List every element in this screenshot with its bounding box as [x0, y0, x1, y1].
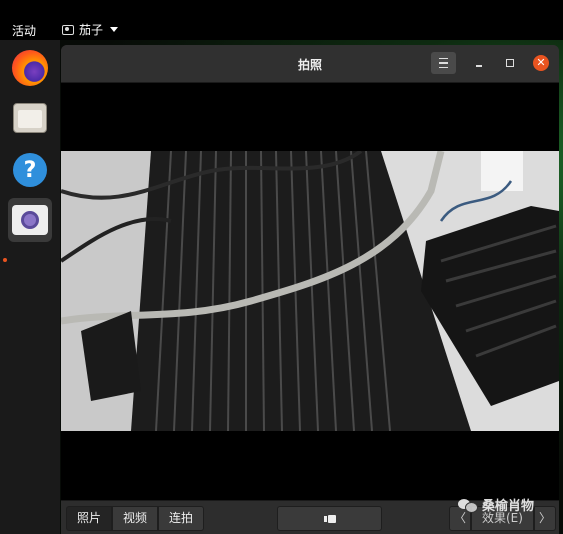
app-menu[interactable]: 茄子	[62, 21, 119, 38]
desktop: 活动 茄子 ? 拍照 ✕ 照片 视频 连拍 〈 效果(E) 〉 桑榆肖物	[0, 0, 563, 534]
shutter-button[interactable]	[277, 506, 382, 531]
cheese-window: 拍照 ✕ 照片 视频 连拍 〈 效果(E) 〉	[61, 45, 559, 534]
close-button[interactable]: ✕	[533, 55, 549, 71]
watermark: 桑榆肖物	[458, 495, 534, 514]
maximize-button[interactable]	[503, 56, 517, 70]
dock: ?	[0, 40, 60, 534]
dock-item-firefox[interactable]	[8, 46, 52, 90]
shutter-icon	[323, 514, 336, 523]
camera-icon	[62, 24, 74, 35]
running-indicator	[3, 258, 7, 262]
watermark-text: 桑榆肖物	[482, 499, 535, 514]
firefox-icon	[12, 50, 48, 86]
files-icon	[13, 103, 47, 133]
cheese-icon	[12, 205, 48, 235]
minimize-button[interactable]	[473, 56, 487, 70]
mode-switcher: 照片 视频 连拍	[66, 506, 205, 531]
mode-video-button[interactable]: 视频	[112, 506, 159, 531]
activities-button[interactable]: 活动	[12, 22, 36, 39]
wechat-icon	[458, 497, 478, 513]
camera-preview-image	[61, 151, 559, 431]
chevron-down-icon	[110, 27, 119, 32]
top-bar: 活动 茄子	[0, 0, 563, 40]
menu-icon	[439, 57, 448, 60]
dock-item-files[interactable]	[8, 96, 52, 140]
header-bar: 拍照 ✕	[61, 45, 559, 83]
camera-preview	[61, 151, 559, 431]
mode-photo-button[interactable]: 照片	[66, 506, 113, 531]
menu-button[interactable]	[431, 52, 456, 74]
dock-item-cheese[interactable]	[8, 198, 52, 242]
dock-item-help[interactable]: ?	[8, 148, 52, 192]
help-icon: ?	[13, 153, 47, 187]
camera-viewport	[61, 83, 559, 500]
app-menu-label: 茄子	[79, 23, 104, 37]
mode-burst-button[interactable]: 连拍	[158, 506, 205, 531]
effects-next-button[interactable]: 〉	[533, 506, 556, 531]
